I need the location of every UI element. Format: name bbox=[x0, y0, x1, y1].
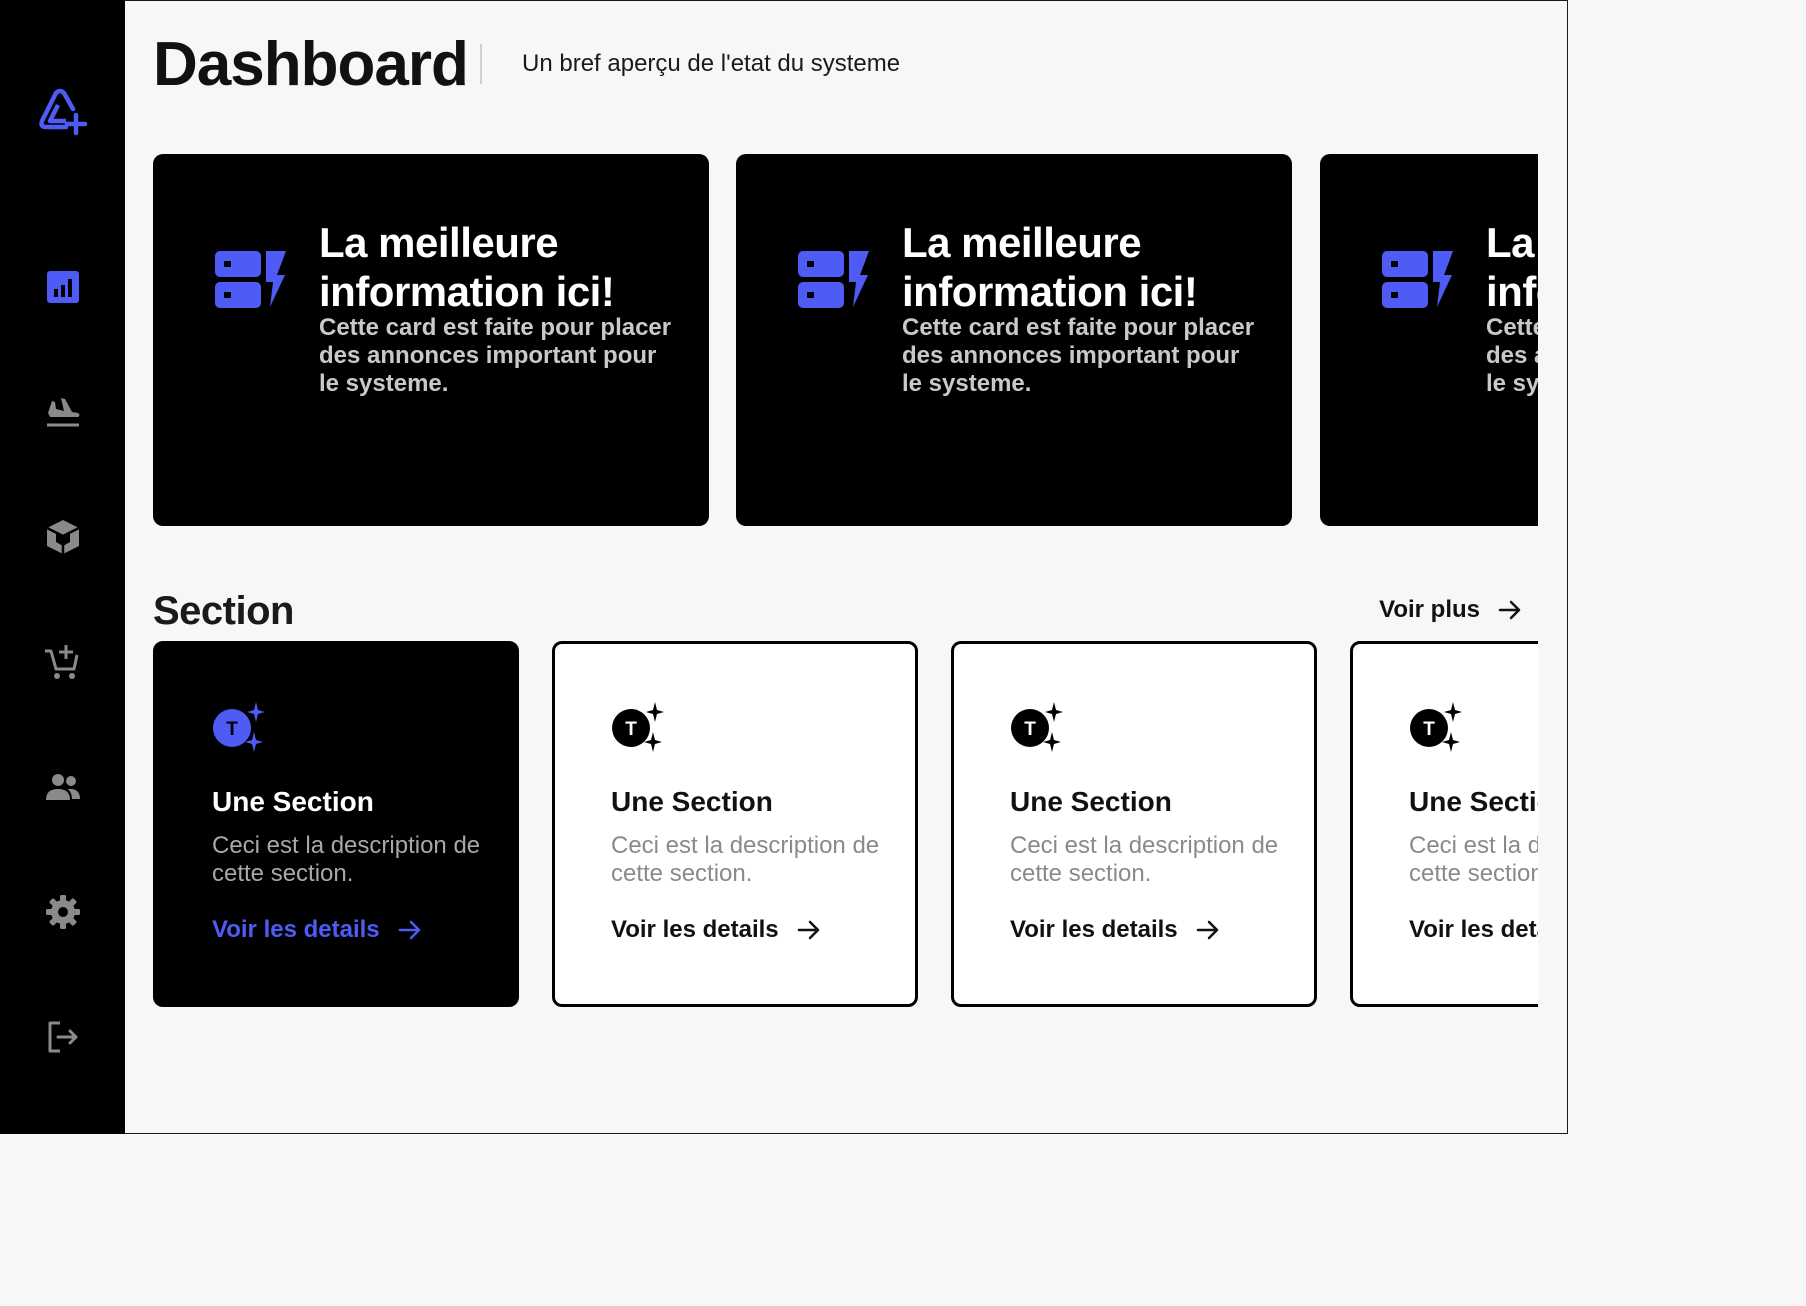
section-card[interactable]: T Une Section Ceci est la description de… bbox=[1350, 641, 1538, 1007]
users-icon bbox=[45, 774, 80, 800]
arrow-right-icon bbox=[797, 920, 819, 940]
sidebar-item-flights[interactable] bbox=[0, 380, 125, 444]
details-link-label: Voir les details bbox=[1010, 916, 1178, 943]
arrow-right-icon bbox=[1498, 600, 1521, 620]
logout-icon bbox=[48, 1021, 77, 1053]
logo-icon bbox=[38, 88, 87, 136]
sparkle-t-icon: T bbox=[213, 702, 265, 752]
section-card-title: Une Section bbox=[611, 786, 773, 817]
section-card-title: Une Section bbox=[1409, 786, 1538, 817]
section-card-description: Ceci est la description de cette section… bbox=[1409, 832, 1538, 887]
arrow-right-icon bbox=[1196, 920, 1218, 940]
page-subtitle: Un bref aperçu de l'etat du systeme bbox=[522, 50, 901, 77]
arrow-right-icon bbox=[398, 920, 420, 940]
cart-add-icon bbox=[44, 645, 78, 679]
info-card[interactable]: La meilleure information ici! Cette card… bbox=[1320, 154, 1538, 526]
logo-link[interactable] bbox=[0, 80, 125, 144]
info-card-description: Cette card est faite pour placer des ann… bbox=[319, 314, 672, 397]
title-divider bbox=[480, 44, 482, 84]
info-card[interactable]: La meilleure information ici! Cette card… bbox=[153, 154, 709, 526]
gear-icon bbox=[45, 895, 80, 929]
details-link[interactable]: Voir les details bbox=[1409, 916, 1538, 944]
sparkle-t-icon: T bbox=[1410, 702, 1462, 752]
server-bolt-icon bbox=[215, 251, 286, 308]
section-card-title: Une Section bbox=[1010, 786, 1172, 817]
sidebar-item-packages[interactable] bbox=[0, 505, 125, 569]
plane-icon bbox=[46, 398, 79, 427]
section-card-title: Une Section bbox=[212, 786, 374, 817]
svg-text:T: T bbox=[1423, 719, 1435, 740]
server-bolt-icon bbox=[798, 251, 869, 308]
server-bolt-icon bbox=[1382, 251, 1453, 308]
section-card-description: Ceci est la description de cette section… bbox=[212, 832, 481, 887]
info-card-description: Cette card est faite pour placer des ann… bbox=[902, 314, 1255, 397]
see-more-label: Voir plus bbox=[1379, 596, 1480, 623]
info-card-title: La meilleure information ici! bbox=[902, 219, 1198, 315]
sidebar-item-logout[interactable] bbox=[0, 1005, 125, 1069]
main-content: Dashboard Un bref aperçu de l'etat du sy… bbox=[153, 0, 1538, 1134]
details-link-label: Voir les details bbox=[1409, 916, 1538, 943]
details-link[interactable]: Voir les details bbox=[212, 916, 422, 944]
section-card-description: Ceci est la description de cette section… bbox=[611, 832, 880, 887]
sidebar-item-dashboard[interactable] bbox=[0, 255, 125, 319]
chart-icon bbox=[46, 271, 79, 303]
sidebar-item-settings[interactable] bbox=[0, 880, 125, 944]
sidebar-item-cart[interactable] bbox=[0, 630, 125, 694]
section-title: Section bbox=[153, 589, 294, 633]
sparkle-t-icon: T bbox=[612, 702, 664, 752]
see-more-link[interactable]: Voir plus bbox=[1379, 596, 1522, 624]
sidebar-item-users[interactable] bbox=[0, 755, 125, 819]
info-card-title: La meilleure information ici! bbox=[1486, 219, 1538, 315]
info-card-description: Cette card est faite pour placer des ann… bbox=[1486, 314, 1538, 397]
details-link[interactable]: Voir les details bbox=[611, 916, 821, 944]
box-icon bbox=[45, 520, 80, 554]
sparkle-t-icon: T bbox=[1011, 702, 1063, 752]
details-link-label: Voir les details bbox=[212, 916, 380, 943]
details-link-label: Voir les details bbox=[611, 916, 779, 943]
section-card[interactable]: T Une Section Ceci est la description de… bbox=[153, 641, 519, 1007]
svg-text:T: T bbox=[625, 719, 637, 740]
page-title: Dashboard bbox=[153, 30, 469, 99]
svg-text:T: T bbox=[1024, 719, 1036, 740]
svg-text:T: T bbox=[226, 719, 238, 740]
info-card[interactable]: La meilleure information ici! Cette card… bbox=[736, 154, 1292, 526]
section-card[interactable]: T Une Section Ceci est la description de… bbox=[951, 641, 1317, 1007]
info-card-title: La meilleure information ici! bbox=[319, 219, 615, 315]
details-link[interactable]: Voir les details bbox=[1010, 916, 1220, 944]
sidebar bbox=[0, 0, 125, 1134]
section-card-description: Ceci est la description de cette section… bbox=[1010, 832, 1279, 887]
section-card[interactable]: T Une Section Ceci est la description de… bbox=[552, 641, 918, 1007]
